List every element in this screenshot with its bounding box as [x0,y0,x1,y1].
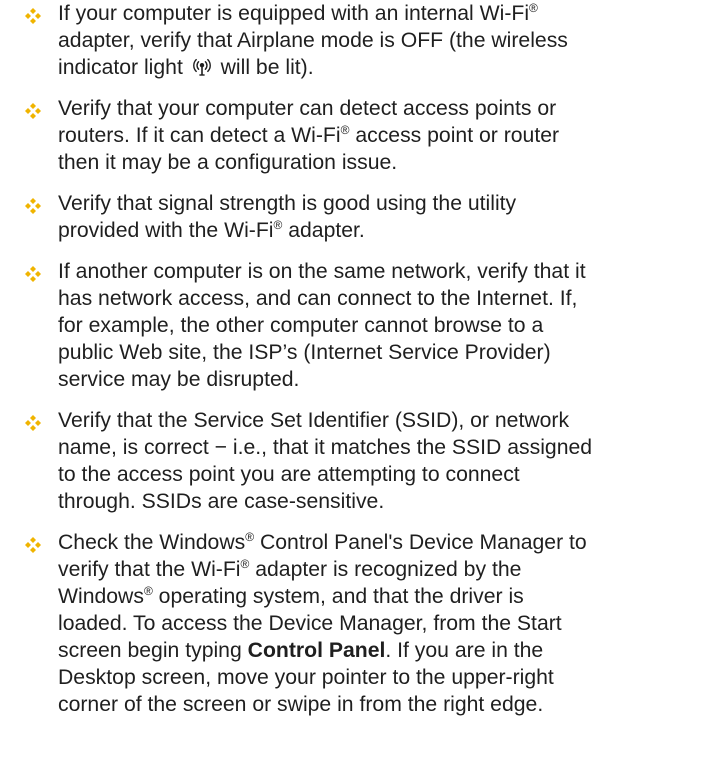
line: Verify that your computer can detect acc… [58,97,557,120]
diamond-bullet-icon [25,415,41,431]
list-item: If your computer is equipped with an int… [24,0,720,81]
line: If your computer is equipped with an int… [58,1,538,25]
line: Windows® operating system, and that the … [58,584,524,608]
line: Verify that signal strength is good usin… [58,192,517,215]
diamond-bullet-icon [25,537,41,553]
line: provided with the Wi-Fi® adapter. [58,218,365,242]
list-item: Verify that the Service Set Identifier (… [24,407,720,515]
line: verify that the Wi-Fi® adapter is recogn… [58,557,522,581]
line: for example, the other computer cannot b… [58,314,544,337]
list-item: If another computer is on the same netwo… [24,258,720,393]
line: corner of the screen or swipe in from th… [58,693,544,716]
diamond-bullet-icon [25,8,41,24]
list-item: Verify that signal strength is good usin… [24,190,720,244]
diamond-bullet-icon [25,103,41,119]
line: routers. If it can detect a Wi-Fi® acces… [58,123,560,147]
line: service may be disrupted. [58,368,300,391]
line: indicator light will be lit). [58,56,314,79]
line: then it may be a configuration issue. [58,151,398,174]
line: has network access, and can connect to t… [58,287,578,310]
control-panel-term: Control Panel [247,639,386,662]
line: Verify that the Service Set Identifier (… [58,409,570,432]
diamond-bullet-icon [25,198,41,214]
wireless-indicator-icon [191,57,213,77]
line: Desktop screen, move your pointer to the… [58,666,554,689]
list-item: Verify that your computer can detect acc… [24,95,720,176]
troubleshooting-list: If your computer is equipped with an int… [24,0,720,718]
diamond-bullet-icon [25,266,41,282]
line: through. SSIDs are case-sensitive. [58,490,385,513]
line: screen begin typing Control Panel. If yo… [58,639,544,662]
line: If another computer is on the same netwo… [58,260,586,283]
line: loaded. To access the Device Manager, fr… [58,612,562,635]
line: name, is correct − i.e., that it matches… [58,436,593,459]
list-item: Check the Windows® Control Panel's Devic… [24,529,720,718]
line: adapter, verify that Airplane mode is OF… [58,29,568,52]
line: to the access point you are attempting t… [58,463,520,486]
line: public Web site, the ISP’s (Internet Ser… [58,341,551,364]
line: Check the Windows® Control Panel's Devic… [58,530,587,554]
